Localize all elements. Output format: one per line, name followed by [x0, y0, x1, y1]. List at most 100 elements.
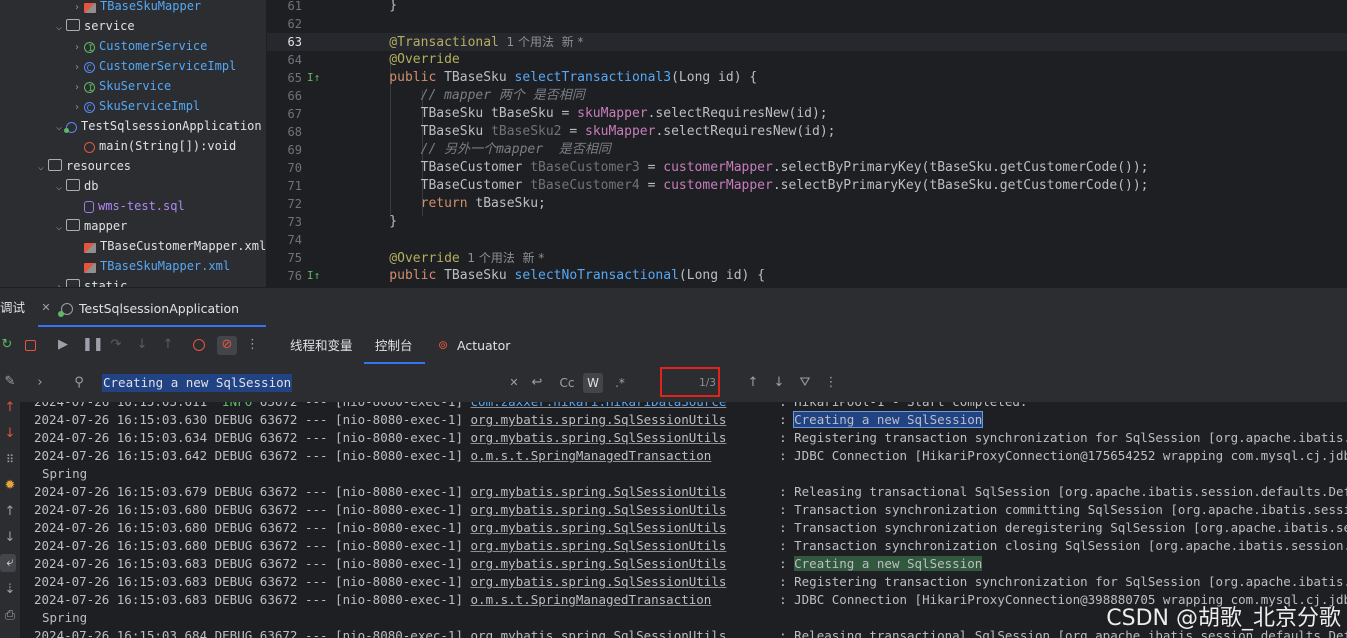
xml-file-icon — [84, 243, 96, 253]
filter-search-results-icon[interactable]: ⛛ — [797, 373, 813, 393]
code-line[interactable]: 71 TBaseCustomer tBaseCustomer4 = custom… — [267, 177, 1347, 195]
code-token: @Override — [358, 52, 460, 67]
tree-item[interactable]: TBaseSkuMapper.xml — [70, 256, 230, 276]
chevron-right-icon[interactable]: › — [70, 98, 84, 118]
step-into-icon[interactable]: ↓ — [134, 335, 150, 355]
code-text: return tBaseSku; — [267, 195, 546, 213]
clear-console-icon[interactable]: ✎ — [0, 374, 20, 390]
code-editor[interactable]: 61 } 62 63 @Transactional 1 个用法 新 * 64 @Ove… — [267, 0, 1347, 287]
tab-console[interactable]: 控制台 — [375, 336, 413, 356]
log-line: 2024-07-26 16:15:03.611 INFO 63672 --- [… — [34, 402, 1027, 411]
log-timestamp: 2024-07-26 16:15:03.642 — [34, 448, 215, 463]
code-line[interactable]: 65 I↑ public TBaseSku selectTransactional… — [267, 69, 1347, 87]
chevron-right-icon[interactable]: › — [70, 78, 84, 98]
code-line[interactable]: 63 @Transactional 1 个用法 新 * — [267, 33, 1347, 51]
more-options-icon[interactable]: ⋮ — [246, 335, 259, 355]
find-more-options-icon[interactable]: ⋮ — [823, 373, 839, 393]
chevron-right-icon[interactable]: › — [70, 38, 84, 58]
resume-icon[interactable]: ▶ — [55, 335, 71, 355]
scroll-down-icon[interactable]: ↓ — [0, 530, 20, 546]
chevron-down-icon[interactable]: ⌵ — [34, 158, 48, 178]
step-over-icon[interactable]: ↷ — [108, 335, 124, 355]
next-occurrence-icon[interactable]: ↓ — [771, 373, 787, 393]
print-icon[interactable]: ⎙ — [0, 608, 20, 624]
expand-replace-chevron-icon[interactable]: › — [34, 373, 46, 393]
code-line[interactable]: 66 // mapper 两个 是否相同 — [267, 87, 1347, 105]
code-line[interactable]: 70 TBaseCustomer tBaseCustomer3 = custom… — [267, 159, 1347, 177]
scroll-up-icon[interactable]: ↑ — [0, 504, 20, 520]
clear-search-icon[interactable]: ✕ — [507, 373, 521, 393]
previous-occurrence-icon[interactable]: ↑ — [745, 373, 761, 393]
regex-toggle[interactable]: .* — [610, 373, 630, 393]
code-line[interactable]: 69 // 另外一个mapper 是否相同 — [267, 141, 1347, 159]
tab-threads-variables[interactable]: 线程和变量 — [290, 336, 353, 356]
code-line[interactable]: 72 return tBaseSku; — [267, 195, 1347, 213]
tree-item[interactable]: › SkuServiceImpl — [70, 96, 200, 119]
log-logger: org.mybatis.spring.SqlSessionUtils — [470, 556, 727, 571]
down-icon[interactable]: ↓ — [0, 426, 20, 442]
debug-tool-label[interactable]: 调试 — [0, 298, 25, 318]
tree-item[interactable]: ⌵ resources — [34, 156, 131, 176]
usage-hint[interactable]: 1 个用法 新 * — [460, 251, 544, 265]
whole-words-toggle[interactable]: W — [583, 373, 603, 393]
chevron-down-icon[interactable]: ⌵ — [52, 218, 66, 238]
chevron-right-icon[interactable]: › — [70, 58, 84, 78]
code-token: public — [358, 268, 445, 283]
tree-item[interactable]: › CustomerServiceImpl — [70, 56, 236, 79]
tree-item[interactable]: › SkuService — [70, 76, 171, 99]
new-line-icon[interactable]: ↩ — [528, 373, 546, 393]
log-line: 2024-07-26 16:15:03.679 DEBUG 63672 --- … — [34, 483, 1347, 501]
log-level: DEBUG — [214, 502, 253, 517]
log-level: INFO — [222, 402, 252, 409]
log-logger: org.mybatis.spring.SqlSessionUtils — [470, 502, 727, 517]
tree-item[interactable]: wms-test.sql — [70, 196, 185, 216]
threads-icon[interactable]: ⠿ — [0, 452, 20, 468]
code-line[interactable]: 76 I↑ public TBaseSku selectNoTransaction… — [267, 267, 1347, 285]
code-line[interactable]: 75 @Override 1 个用法 新 * — [267, 249, 1347, 267]
code-line[interactable]: 64 @Override — [267, 51, 1347, 69]
tree-item[interactable]: main(String[]):void — [70, 136, 236, 156]
tree-item[interactable]: › CustomerService — [70, 36, 207, 59]
pause-icon[interactable]: ❚❚ — [82, 335, 104, 355]
tree-item[interactable]: ⌵ TestSqlsessionApplication — [52, 116, 262, 136]
step-out-icon[interactable]: ↑ — [160, 335, 176, 355]
log-logger: o.m.s.t.SpringManagedTransaction — [470, 592, 712, 607]
match-case-toggle[interactable]: Cc — [556, 373, 578, 393]
up-icon[interactable]: ↑ — [0, 400, 20, 416]
code-token: selectNoTransactional — [514, 268, 679, 283]
tree-item[interactable]: ⌵ db — [52, 176, 98, 196]
scroll-to-end-icon[interactable]: ⇣ — [0, 582, 20, 598]
code-line[interactable]: 74 — [267, 231, 1347, 249]
view-breakpoints-icon[interactable] — [193, 339, 205, 351]
tree-item[interactable]: › TBaseSkuMapper — [70, 0, 201, 16]
code-line[interactable]: 62 — [267, 15, 1347, 33]
search-input[interactable]: Creating a new SqlSession — [102, 374, 293, 392]
code-line[interactable]: 61 } — [267, 0, 1347, 15]
tree-item[interactable]: TBaseCustomerMapper.xml — [70, 236, 266, 256]
chevron-down-icon[interactable]: ⌵ — [52, 18, 66, 38]
stop-button[interactable] — [25, 340, 36, 351]
rerun-icon[interactable]: ↻ — [0, 335, 14, 355]
code-line[interactable]: 67 TBaseSku tBaseSku = skuMapper.selectR… — [267, 105, 1347, 123]
close-tab-icon[interactable]: ✕ — [40, 298, 52, 318]
code-line[interactable]: 73 } — [267, 213, 1347, 231]
line-number: 62 — [287, 17, 302, 31]
tab-actuator[interactable]: Actuator — [457, 336, 510, 356]
debug-tool-window-header: 调试 ✕ TestSqlsessionApplication — [0, 287, 1347, 328]
code-token: } — [358, 214, 398, 229]
chevron-down-icon[interactable]: ⌵ — [52, 178, 66, 198]
tree-item[interactable]: ⌵ service — [52, 16, 135, 36]
code-token: TBaseSku — [444, 70, 515, 85]
chevron-right-icon[interactable]: › — [52, 278, 66, 287]
code-line[interactable]: 68 TBaseSku tBaseSku2 = skuMapper.select… — [267, 123, 1347, 141]
main-method-icon — [84, 142, 95, 153]
usage-hint[interactable]: 1 个用法 新 * — [499, 35, 584, 49]
tree-item[interactable]: › static — [52, 276, 127, 287]
log-logger: o.m.s.t.SpringManagedTransaction — [470, 448, 712, 463]
debug-session-tab[interactable]: TestSqlsessionApplication — [79, 299, 239, 319]
code-token: = — [639, 160, 664, 175]
log-thread: 63672 --- [nio-8080-exec-1] — [252, 448, 471, 463]
bug-icon[interactable]: ✹ — [0, 478, 20, 494]
tree-item[interactable]: ⌵ mapper — [52, 216, 127, 236]
log-line: 2024-07-26 16:15:03.642 DEBUG 63672 --- … — [34, 447, 1347, 465]
